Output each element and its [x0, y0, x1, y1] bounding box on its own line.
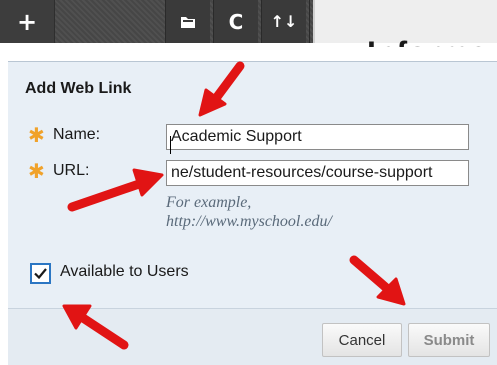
url-label: URL:: [53, 162, 90, 179]
cancel-button[interactable]: Cancel: [322, 323, 402, 357]
plus-icon: +: [16, 7, 38, 36]
page-header-band: [313, 0, 497, 43]
sort-icon: ↑↓: [270, 12, 298, 31]
add-content-button[interactable]: +: [0, 0, 54, 43]
url-example-hint: For example, http://www.myschool.edu/: [166, 193, 406, 231]
required-asterisk-icon: ✱: [28, 123, 45, 147]
submit-button[interactable]: Submit: [408, 323, 490, 357]
required-asterisk-icon: ✱: [28, 159, 45, 183]
reorder-button[interactable]: ↑↓: [262, 0, 306, 43]
name-input[interactable]: Academic Support: [166, 124, 469, 150]
folder-button[interactable]: [166, 0, 210, 43]
toolbar-divider: [54, 0, 55, 43]
refresh-icon: C: [228, 9, 244, 34]
checkmark-icon: [34, 268, 47, 280]
available-to-users-checkbox[interactable]: [30, 263, 51, 284]
hint-line: http://www.myschool.edu/: [166, 213, 332, 230]
hint-line: For example,: [166, 194, 252, 211]
url-input[interactable]: ne/student-resources/course-support: [166, 160, 469, 186]
name-label: Name:: [53, 126, 101, 143]
refresh-button[interactable]: C: [214, 0, 258, 43]
content-toolbar: + C ↑↓: [0, 0, 340, 43]
folder-icon: [181, 16, 195, 28]
available-to-users-label: Available to Users: [60, 263, 189, 280]
text-caret: [170, 136, 171, 154]
form-title: Add Web Link: [25, 80, 132, 97]
